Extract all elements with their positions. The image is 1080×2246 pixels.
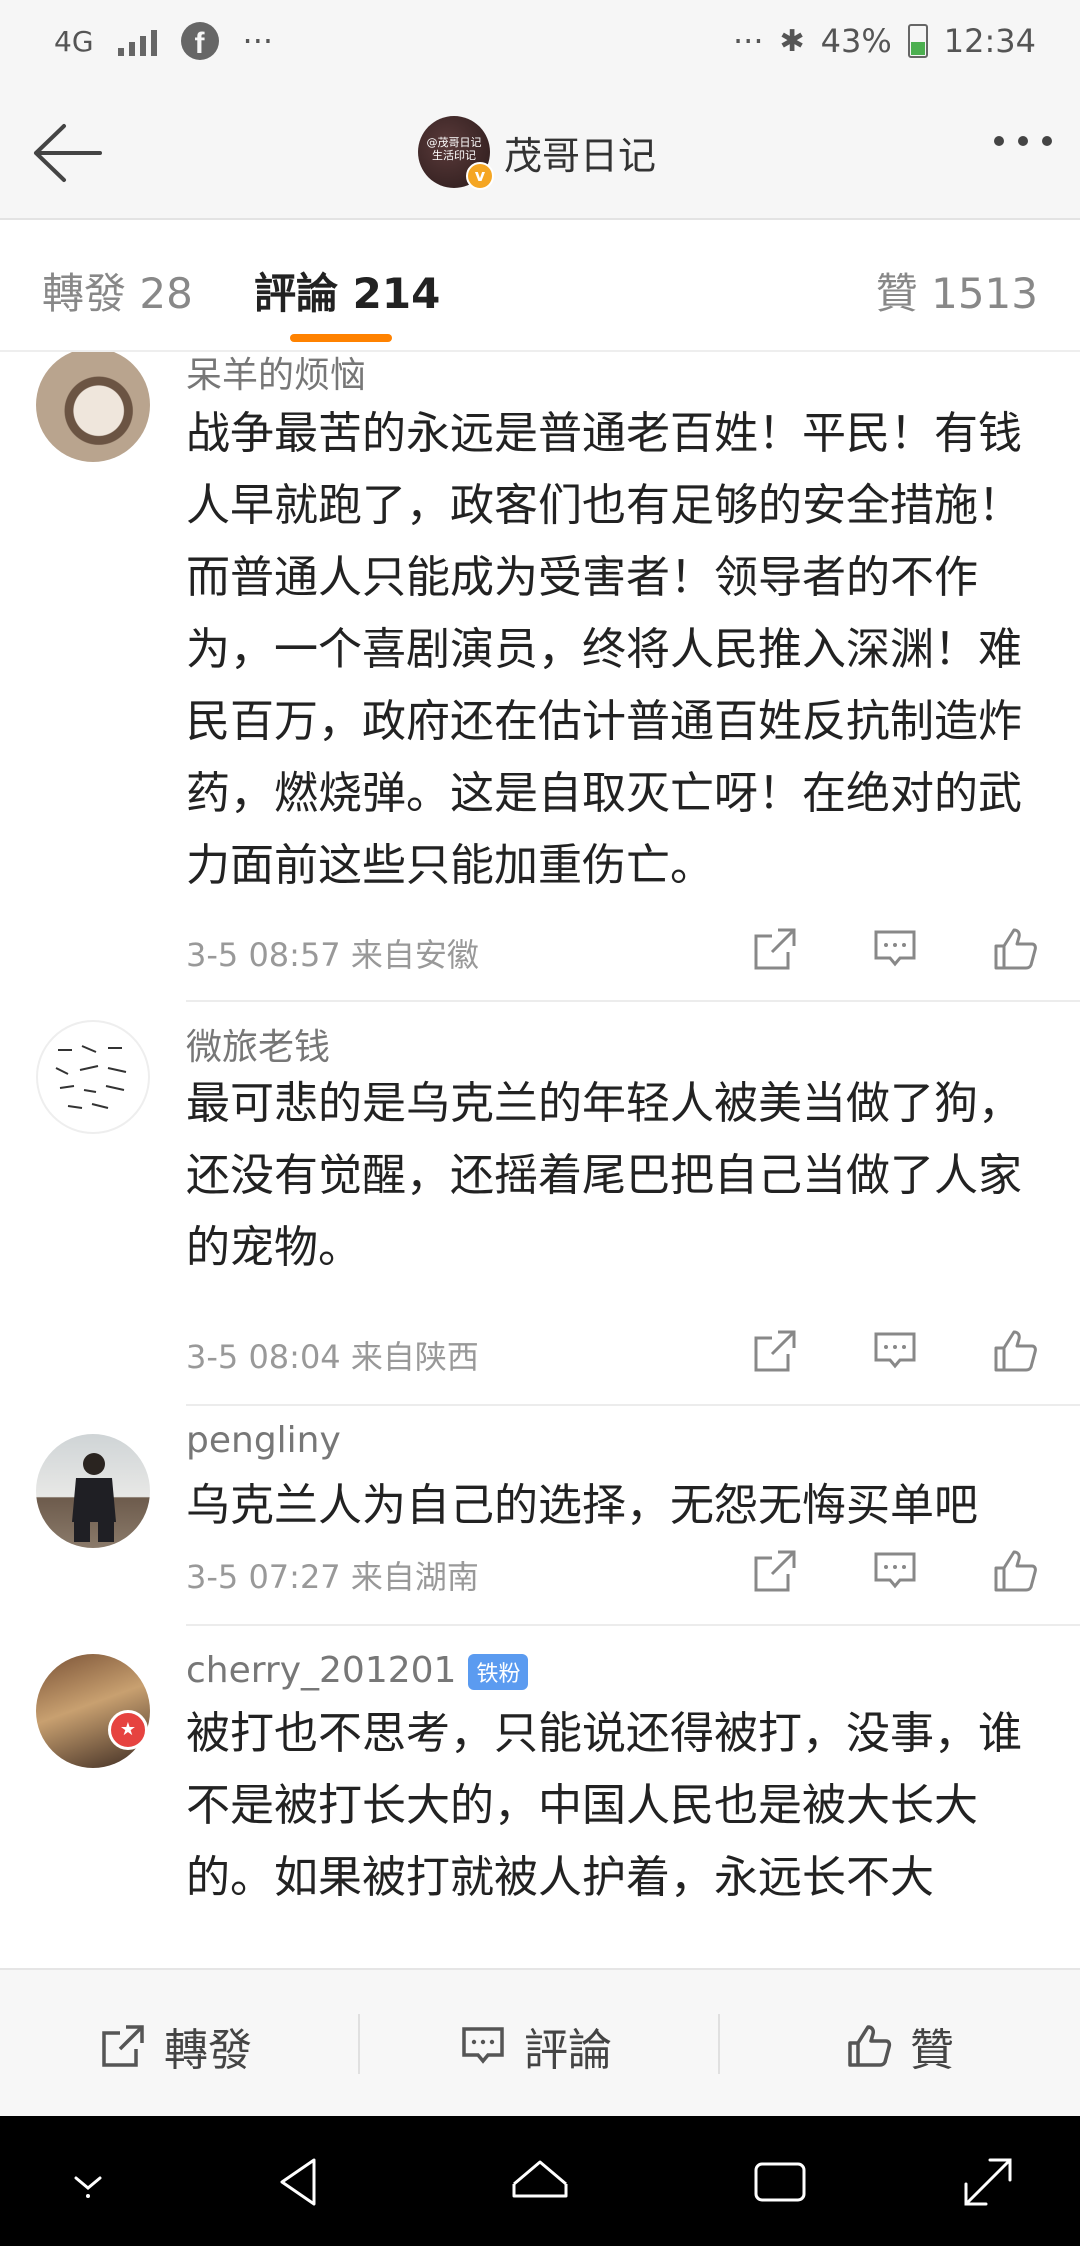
account-avatar[interactable]: @茂哥日记 生活印记 v (418, 116, 494, 190)
tab-comments[interactable]: 評論 214 (254, 260, 440, 321)
account-name[interactable]: 茂哥日记 (504, 125, 656, 180)
like-icon[interactable] (990, 1546, 1040, 1596)
comment-username[interactable]: pengliny (186, 1420, 341, 1461)
dot-icon (1018, 136, 1028, 146)
like-label: 贊 (910, 2025, 954, 2076)
comment-label: 評論 (524, 2025, 612, 2076)
facebook-icon: f (180, 22, 219, 60)
active-tab-indicator (290, 334, 392, 342)
like-icon (848, 2025, 892, 2067)
comment-line: 的宠物。 (186, 1222, 362, 1273)
user-avatar[interactable] (36, 1020, 150, 1134)
comment-username-row: cherry_201201 铁粉 (186, 1650, 529, 1691)
separator (358, 2014, 360, 2074)
comment-button[interactable]: 評論 (458, 2014, 612, 2078)
comment-meta: 3-5 07:27 来自湖南 (186, 1558, 479, 1596)
share-icon (102, 2025, 144, 2067)
like-icon[interactable] (990, 924, 1040, 974)
comment-icon[interactable] (870, 924, 920, 974)
network-indicator: 4G (54, 24, 94, 58)
comment-icon (462, 2027, 504, 2064)
person-photo-image (72, 1453, 116, 1542)
separator (718, 2014, 720, 2074)
comment-icon[interactable] (870, 1326, 920, 1376)
comment-actions (750, 924, 1040, 974)
signal-icon (117, 26, 157, 56)
comment-line: 战争最苦的永远是普通老百姓！平民！有钱 (186, 408, 1022, 459)
user-avatar[interactable] (36, 352, 150, 462)
divider (186, 1624, 1080, 1626)
bottom-action-bar: 轉發 評論 贊 (0, 1968, 1080, 2118)
comment-username[interactable]: 微旅老钱 (186, 1018, 330, 1070)
comment-username[interactable]: cherry_201201 (186, 1650, 456, 1691)
share-icon[interactable] (750, 1326, 800, 1376)
fan-badge: 铁粉 (468, 1654, 529, 1690)
status-bar: 4G f ··· ··· ✱ 43% 12:34 (0, 0, 1080, 88)
account-header[interactable]: @茂哥日记 生活印记 v 茂哥日记 (418, 116, 656, 190)
comment-line: 的。如果被打就被人护着，永远长不大 (186, 1852, 934, 1903)
comment-meta: 3-5 08:57 来自安徽 (186, 936, 479, 974)
tab-likes[interactable]: 贊 1513 (876, 260, 1038, 321)
comment-text: 乌克兰人为自己的选择，无怨无悔买单吧 (186, 1470, 1046, 1542)
back-arrow-icon (34, 124, 102, 182)
comment-text: 最可悲的是乌克兰的年轻人被美当做了狗， 还没有觉醒，还摇着尾巴把自己当做了人家 … (186, 1068, 1046, 1284)
dot-icon (994, 136, 1004, 146)
bluetooth-icon: ✱ (779, 23, 805, 59)
divider (186, 1404, 1080, 1406)
comment-meta: 3-5 08:04 来自陕西 (186, 1338, 479, 1376)
more-options-button[interactable] (994, 136, 1052, 146)
comment-text: 被打也不思考，只能说还得被打，没事，谁 不是被打长大的，中国人民也是被大长大 的… (186, 1698, 1046, 1914)
avatar-text: @茂哥日记 生活印记 (426, 136, 482, 162)
expand-screen-icon[interactable] (956, 2150, 1020, 2214)
comment-line: 乌克兰人为自己的选择，无怨无悔买单吧 (186, 1480, 978, 1531)
recents-nav-icon[interactable] (748, 2150, 812, 2214)
share-icon[interactable] (750, 1546, 800, 1596)
comment-line: 最可悲的是乌克兰的年轻人被美当做了狗， (186, 1078, 1022, 1129)
comment-line: 而普通人只能成为受害者！领导者的不作 (186, 552, 978, 603)
user-avatar[interactable] (36, 1434, 150, 1548)
comment-username[interactable]: 呆羊的烦恼 (186, 352, 366, 398)
comment-actions (750, 1326, 1040, 1376)
clock: 12:34 (943, 22, 1036, 60)
comment-line: 药，燃烧弹。这是自取灭亡呀！在绝对的武 (186, 768, 1022, 819)
hide-keyboard-icon[interactable] (56, 2150, 120, 2214)
tab-reposts[interactable]: 轉發 28 (42, 260, 193, 321)
comment-line: 被打也不思考，只能说还得被打，没事，谁 (186, 1708, 1022, 1759)
top-bar: @茂哥日记 生活印记 v 茂哥日记 (0, 88, 1080, 220)
divider (186, 1000, 1080, 1002)
member-icon: ★ (108, 1710, 148, 1750)
comment-line: 人早就跑了，政客们也有足够的安全措施！ (186, 480, 1022, 531)
notification-more: ··· (242, 22, 274, 60)
back-nav-icon[interactable] (268, 2150, 332, 2214)
like-button[interactable]: 贊 (844, 2014, 954, 2078)
comment-list[interactable]: 呆羊的烦恼 战争最苦的永远是普通老百姓！平民！有钱 人早就跑了，政客们也有足够的… (0, 352, 1080, 1966)
comment-line: 不是被打长大的，中国人民也是被大长大 (186, 1780, 978, 1831)
tab-bar: 轉發 28 評論 214 贊 1513 (0, 220, 1080, 352)
home-nav-icon[interactable] (508, 2150, 572, 2214)
status-more: ··· (733, 22, 764, 60)
comment-text: 战争最苦的永远是普通老百姓！平民！有钱 人早就跑了，政客们也有足够的安全措施！ … (186, 398, 1046, 902)
battery-percent: 43% (820, 22, 892, 60)
repost-label: 轉發 (164, 2025, 252, 2076)
like-icon[interactable] (990, 1326, 1040, 1376)
comment-line: 为，一个喜剧演员，终将人民推入深渊！难 (186, 624, 1022, 675)
comment-actions (750, 1546, 1040, 1596)
verified-icon: v (466, 162, 494, 190)
comment-icon[interactable] (870, 1546, 920, 1596)
comment-line: 还没有觉醒，还摇着尾巴把自己当做了人家 (186, 1150, 1022, 1201)
calligraphy-avatar-image (55, 1045, 127, 1109)
share-icon[interactable] (750, 924, 800, 974)
battery-icon (907, 24, 928, 58)
repost-button[interactable]: 轉發 (98, 2014, 252, 2078)
comment-line: 民百万，政府还在估计普通百姓反抗制造炸 (186, 696, 1022, 747)
back-button[interactable] (28, 118, 104, 188)
system-nav-bar (0, 2116, 1080, 2246)
dot-icon (1042, 136, 1052, 146)
comment-line: 力面前这些只能加重伤亡。 (186, 840, 714, 891)
